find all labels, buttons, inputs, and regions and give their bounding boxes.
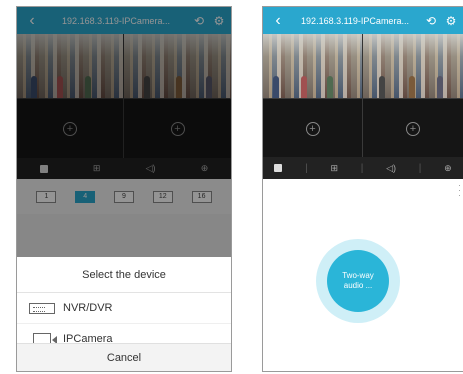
divider: | — [418, 162, 422, 174]
top-bar: ‹ 192.168.3.119-IPCamera... ⟲ ⚙ — [263, 7, 463, 34]
audio-panel: · · · Two-way audio ... — [263, 179, 463, 371]
two-way-audio-button[interactable]: Two-way audio ... — [327, 250, 389, 312]
divider: | — [360, 162, 364, 174]
control-bar: | ⊞ | ◁) | ⊕ — [263, 157, 463, 179]
playback-icon[interactable]: ⟲ — [423, 14, 439, 28]
person-shape — [437, 76, 443, 98]
device-select-sheet: Select the device NVR/DVR IPCamera Cance… — [17, 257, 231, 371]
divider: | — [305, 162, 308, 174]
person-shape — [301, 76, 307, 98]
person-shape — [327, 76, 333, 98]
more-icon[interactable]: · · · — [458, 181, 461, 200]
empty-channel-3[interactable]: + — [263, 98, 363, 158]
person-shape — [273, 76, 279, 98]
add-channel-icon[interactable]: + — [406, 121, 420, 136]
nvr-icon — [29, 302, 55, 314]
camera-feed-1[interactable] — [263, 34, 363, 98]
zoom-icon[interactable]: ⊕ — [444, 163, 452, 174]
empty-channel-4[interactable]: + — [363, 98, 463, 158]
cancel-button[interactable]: Cancel — [17, 343, 231, 371]
split-screen-icon[interactable]: ⊞ — [330, 163, 338, 174]
person-shape — [409, 76, 415, 98]
person-shape — [379, 76, 385, 98]
video-grid: + + — [263, 34, 463, 158]
device-option-label: NVR/DVR — [63, 302, 113, 314]
stop-icon[interactable] — [274, 164, 283, 172]
gear-icon[interactable]: ⚙ — [443, 14, 459, 28]
back-arrow-icon[interactable]: ‹ — [269, 7, 287, 34]
phone-screen-device-select: ‹ 192.168.3.119-IPCamera... ⟲ ⚙ + + ⊞ ◁)… — [16, 6, 232, 372]
talk-button-ring: Two-way audio ... — [316, 239, 400, 323]
add-channel-icon[interactable]: + — [305, 121, 320, 136]
device-option-nvr[interactable]: NVR/DVR — [17, 293, 231, 324]
modal-overlay[interactable] — [17, 7, 231, 257]
sheet-title: Select the device — [17, 257, 231, 293]
speaker-icon[interactable]: ◁) — [386, 163, 396, 174]
phone-screen-two-way-audio: ‹ 192.168.3.119-IPCamera... ⟲ ⚙ + + | ⊞ … — [262, 6, 463, 372]
camera-feed-2[interactable] — [363, 34, 463, 98]
camera-title: 192.168.3.119-IPCamera... — [301, 15, 409, 26]
